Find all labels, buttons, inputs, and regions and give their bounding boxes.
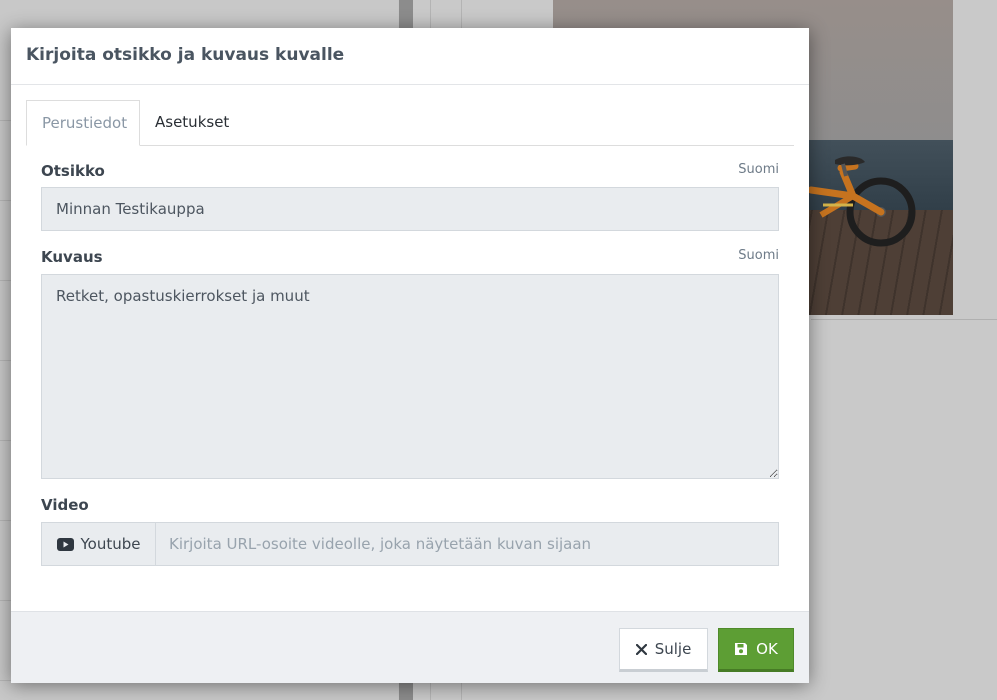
dialog-header: Kirjoita otsikko ja kuvaus kuvalle [11,28,809,85]
youtube-addon: Youtube [42,523,156,565]
title-field-label: Otsikko [41,162,105,180]
title-input[interactable] [41,187,779,231]
ok-button-label: OK [756,640,778,658]
tab-asetukset[interactable]: Asetukset [140,100,244,144]
dialog-tabs: Perustiedot Asetukset [26,100,794,146]
tab-perustiedot[interactable]: Perustiedot [26,100,140,146]
image-info-dialog: Kirjoita otsikko ja kuvaus kuvalle Perus… [11,28,809,683]
close-icon [635,643,647,655]
title-language-tag: Suomi [738,162,779,177]
dialog-title: Kirjoita otsikko ja kuvaus kuvalle [26,45,345,65]
close-button[interactable]: Sulje [619,628,708,672]
save-icon [735,643,748,655]
youtube-icon [56,537,74,551]
description-language-tag: Suomi [738,248,779,263]
dialog-footer: Sulje OK [11,611,809,683]
description-field-label: Kuvaus [41,248,103,266]
video-field-label: Video [41,496,89,514]
video-input-group: Youtube [41,522,779,566]
description-textarea[interactable]: Retket, opastuskierrokset ja muut [41,274,779,479]
ok-button[interactable]: OK [718,628,794,672]
video-url-input[interactable] [156,523,778,565]
close-button-label: Sulje [654,640,692,658]
youtube-addon-label: Youtube [80,535,141,553]
